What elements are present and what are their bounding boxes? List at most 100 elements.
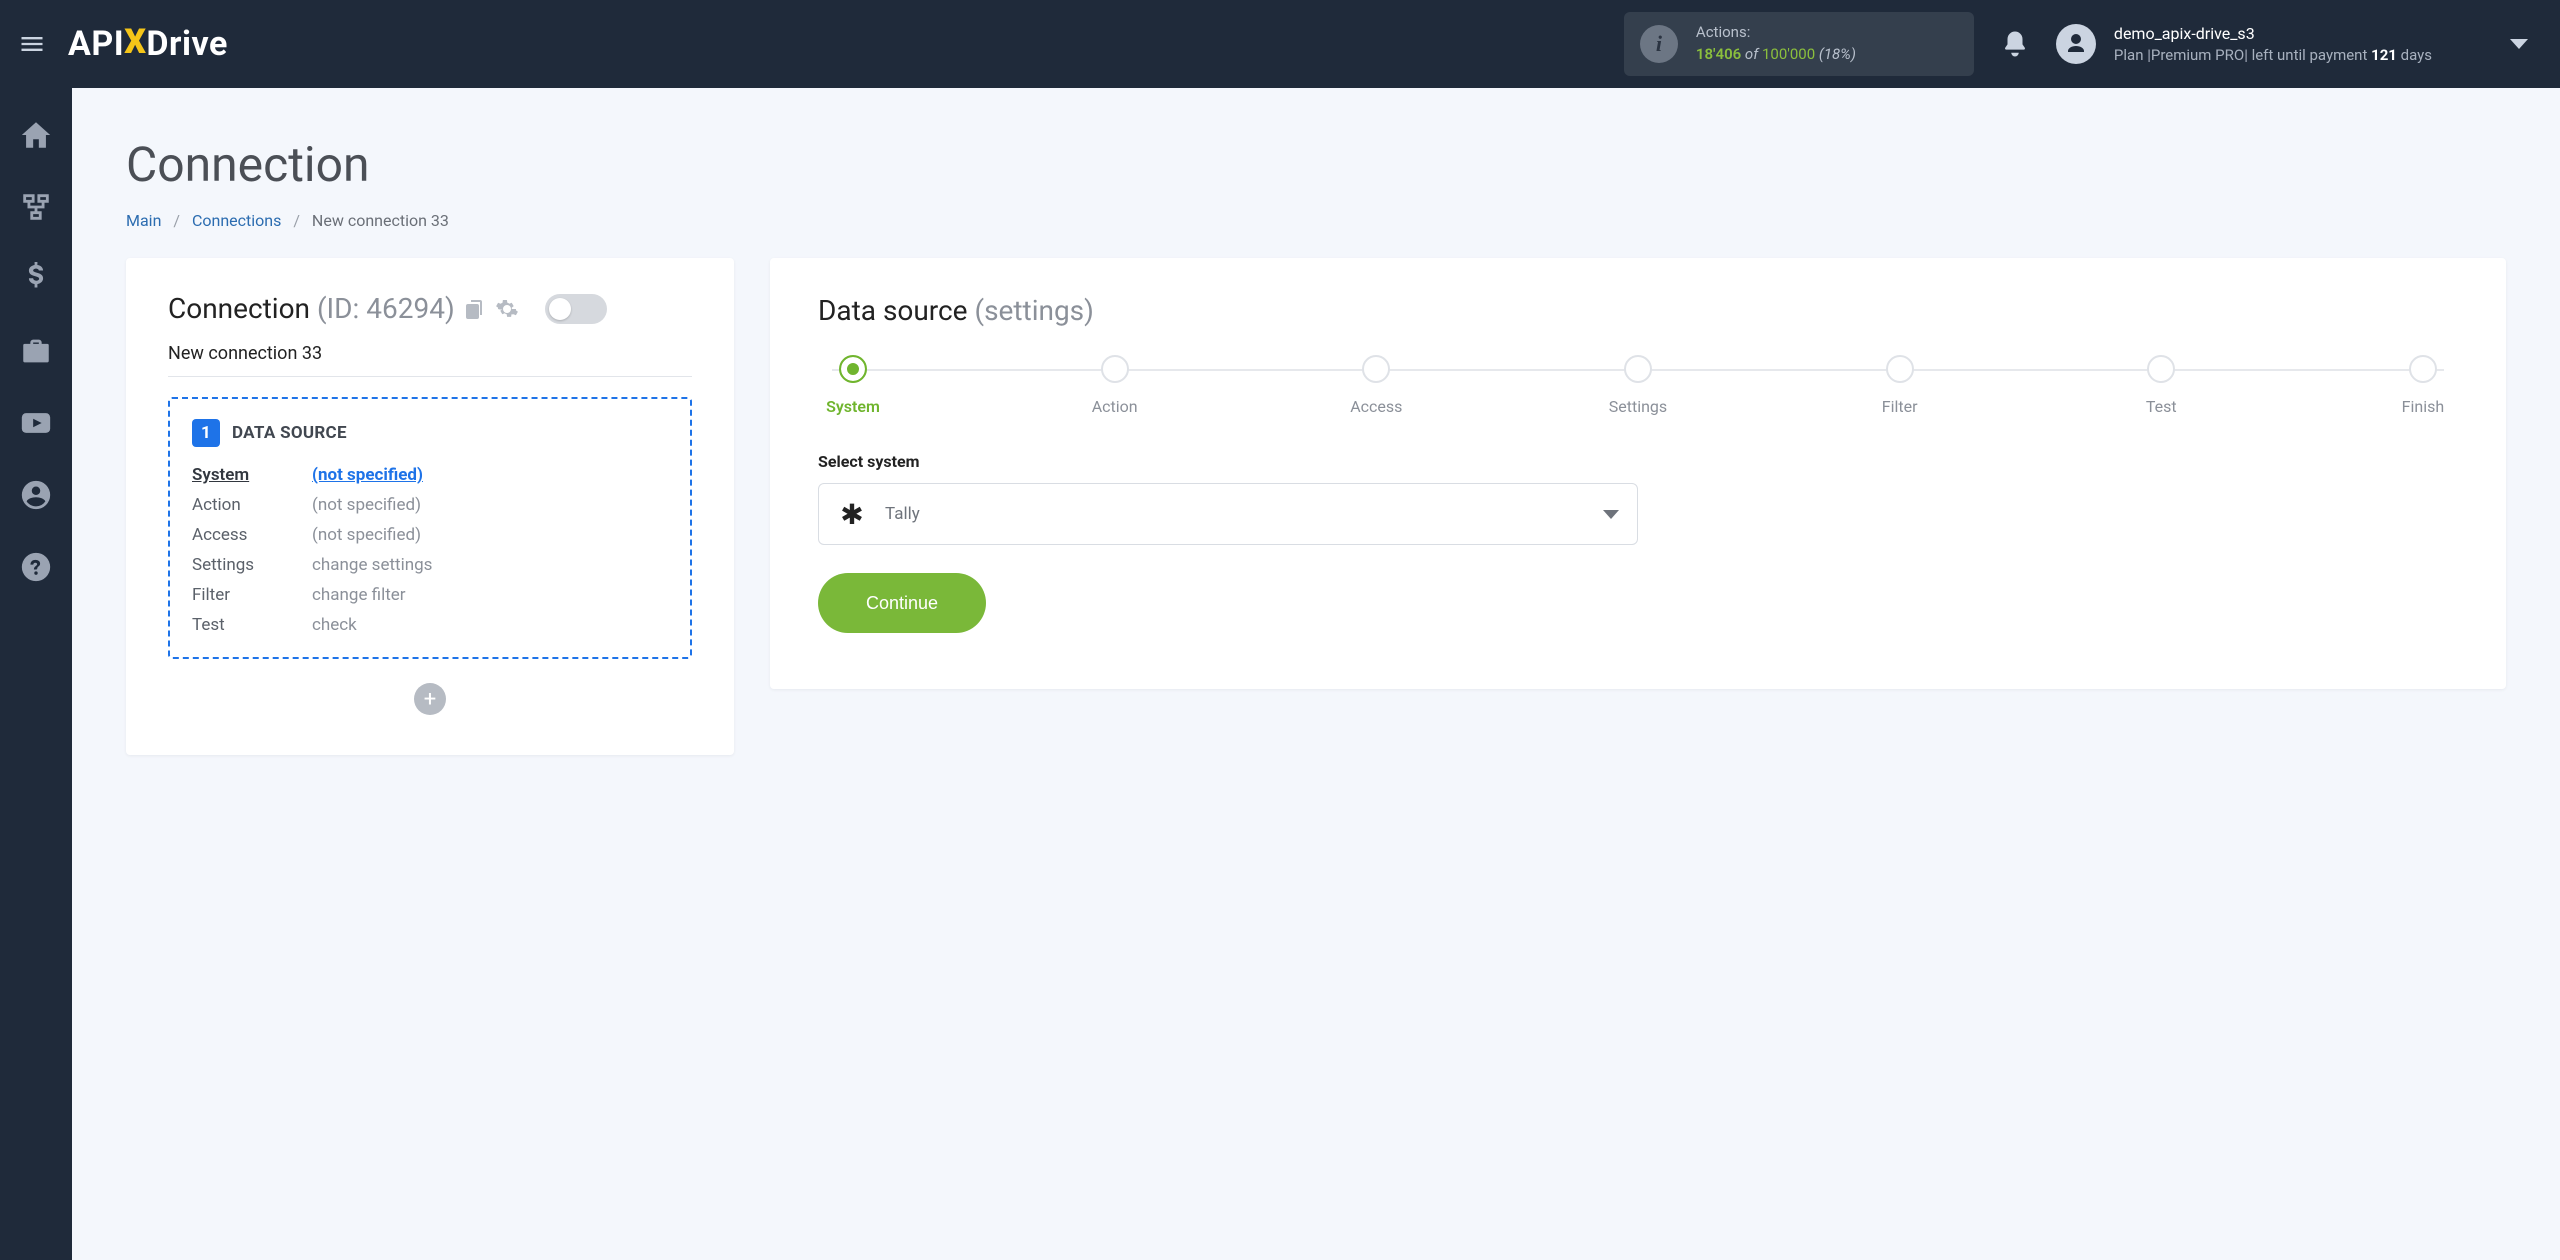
breadcrumb-connections[interactable]: Connections: [192, 211, 281, 230]
row-action-key: Action: [192, 495, 312, 515]
step-system[interactable]: System: [818, 355, 888, 416]
row-test-value[interactable]: check: [312, 615, 668, 635]
right-subtitle: (settings): [974, 294, 1093, 327]
logo-part-2: X: [124, 22, 146, 62]
connection-title: Connection: [168, 292, 317, 325]
actions-label: Actions:: [1696, 22, 1856, 44]
logo-part-3: Drive: [146, 24, 227, 64]
actions-percent: (18%): [1815, 45, 1856, 63]
row-system-key[interactable]: System: [192, 465, 312, 485]
main-content: Connection Main / Connections / New conn…: [72, 88, 2560, 1260]
row-test-key: Test: [192, 615, 312, 635]
info-icon: i: [1640, 25, 1678, 63]
add-step-button[interactable]: +: [414, 683, 446, 715]
app-logo[interactable]: APIXDrive: [68, 24, 228, 64]
user-plan-days: 121: [2371, 46, 2397, 64]
wizard-stepper: System Action Access Settings Filter Tes…: [818, 355, 2458, 416]
step-label: Filter: [1882, 397, 1918, 416]
connection-header: Connection (ID: 46294): [168, 292, 692, 325]
divider: [168, 376, 692, 377]
step-dot: [2147, 355, 2175, 383]
logo-part-1: API: [68, 24, 124, 64]
actions-of: of: [1741, 45, 1762, 63]
step-dot: [839, 355, 867, 383]
row-filter-key: Filter: [192, 585, 312, 605]
menu-toggle-button[interactable]: [10, 22, 54, 66]
select-system-label: Select system: [818, 452, 2458, 471]
step-label: Access: [1350, 397, 1402, 416]
user-name: demo_apix-drive_s3: [2114, 22, 2432, 45]
connections-icon[interactable]: [19, 190, 53, 224]
row-access-value[interactable]: (not specified): [312, 525, 668, 545]
avatar: [2056, 24, 2096, 64]
data-source-panel: 1 DATA SOURCE System (not specified) Act…: [168, 397, 692, 659]
connection-card: Connection (ID: 46294) New connection 33…: [126, 258, 734, 755]
user-plan-suffix: days: [2397, 46, 2432, 64]
step-label: Test: [2146, 397, 2177, 416]
breadcrumb-sep: /: [293, 211, 300, 230]
step-action[interactable]: Action: [1080, 355, 1150, 416]
step-label: Finish: [2402, 397, 2445, 416]
video-icon[interactable]: [19, 406, 53, 440]
notifications-button[interactable]: [2000, 29, 2030, 59]
breadcrumb-current: New connection 33: [312, 211, 449, 230]
row-access-key: Access: [192, 525, 312, 545]
user-plan: Plan |Premium PRO| left until payment 12…: [2114, 45, 2432, 67]
step-dot: [1362, 355, 1390, 383]
settings-icon[interactable]: [495, 297, 519, 321]
step-test[interactable]: Test: [2126, 355, 2196, 416]
selected-system: Tally: [885, 504, 1585, 524]
actions-usage-panel[interactable]: i Actions: 18'406 of 100'000 (18%): [1624, 12, 1974, 76]
home-icon[interactable]: [19, 118, 53, 152]
row-system-value[interactable]: (not specified): [312, 465, 668, 485]
system-icon: ✱: [837, 499, 867, 529]
right-title: Data source: [818, 294, 974, 327]
user-plan-prefix: Plan |Premium PRO| left until payment: [2114, 46, 2371, 64]
step-label: System: [826, 397, 880, 416]
system-select[interactable]: ✱ Tally: [818, 483, 1638, 545]
breadcrumb: Main / Connections / New connection 33: [126, 211, 2506, 230]
copy-icon[interactable]: [463, 297, 487, 321]
account-icon[interactable]: [19, 478, 53, 512]
row-action-value[interactable]: (not specified): [312, 495, 668, 515]
step-filter[interactable]: Filter: [1865, 355, 1935, 416]
user-menu[interactable]: demo_apix-drive_s3 Plan |Premium PRO| le…: [2056, 22, 2528, 67]
user-icon: [2064, 32, 2088, 56]
step-dot: [1624, 355, 1652, 383]
row-settings-value[interactable]: change settings: [312, 555, 668, 575]
chevron-down-icon: [1603, 510, 1619, 519]
billing-icon[interactable]: [19, 262, 53, 296]
data-source-title: DATA SOURCE: [232, 423, 347, 443]
step-dot: [1886, 355, 1914, 383]
step-dot: [2409, 355, 2437, 383]
topbar: APIXDrive i Actions: 18'406 of 100'000 (…: [0, 0, 2560, 88]
row-filter-value[interactable]: change filter: [312, 585, 668, 605]
step-dot: [1101, 355, 1129, 383]
topbar-right: i Actions: 18'406 of 100'000 (18%) demo_…: [1624, 0, 2560, 88]
step-label: Action: [1092, 397, 1138, 416]
briefcase-icon[interactable]: [19, 334, 53, 368]
data-source-settings-card: Data source (settings) System Action Acc…: [770, 258, 2506, 689]
user-text: demo_apix-drive_s3 Plan |Premium PRO| le…: [2114, 22, 2432, 67]
step-finish[interactable]: Finish: [2388, 355, 2458, 416]
sidebar: [0, 88, 72, 1260]
breadcrumb-main[interactable]: Main: [126, 211, 161, 230]
enable-toggle[interactable]: [545, 294, 607, 324]
page-title: Connection: [126, 136, 2506, 193]
step-access[interactable]: Access: [1341, 355, 1411, 416]
step-settings[interactable]: Settings: [1603, 355, 1673, 416]
help-icon[interactable]: [19, 550, 53, 584]
step-badge: 1: [192, 419, 220, 447]
hamburger-icon: [18, 30, 46, 58]
connection-id: (ID: 46294): [317, 292, 455, 325]
breadcrumb-sep: /: [173, 211, 180, 230]
connection-name: New connection 33: [168, 343, 692, 364]
continue-button[interactable]: Continue: [818, 573, 986, 633]
actions-count: 18'406: [1696, 45, 1741, 63]
data-source-heading: 1 DATA SOURCE: [192, 419, 668, 447]
row-settings-key: Settings: [192, 555, 312, 575]
actions-text: Actions: 18'406 of 100'000 (18%): [1696, 22, 1856, 66]
chevron-down-icon[interactable]: [2510, 39, 2528, 49]
data-source-rows: System (not specified) Action (not speci…: [192, 465, 668, 635]
step-label: Settings: [1609, 397, 1667, 416]
